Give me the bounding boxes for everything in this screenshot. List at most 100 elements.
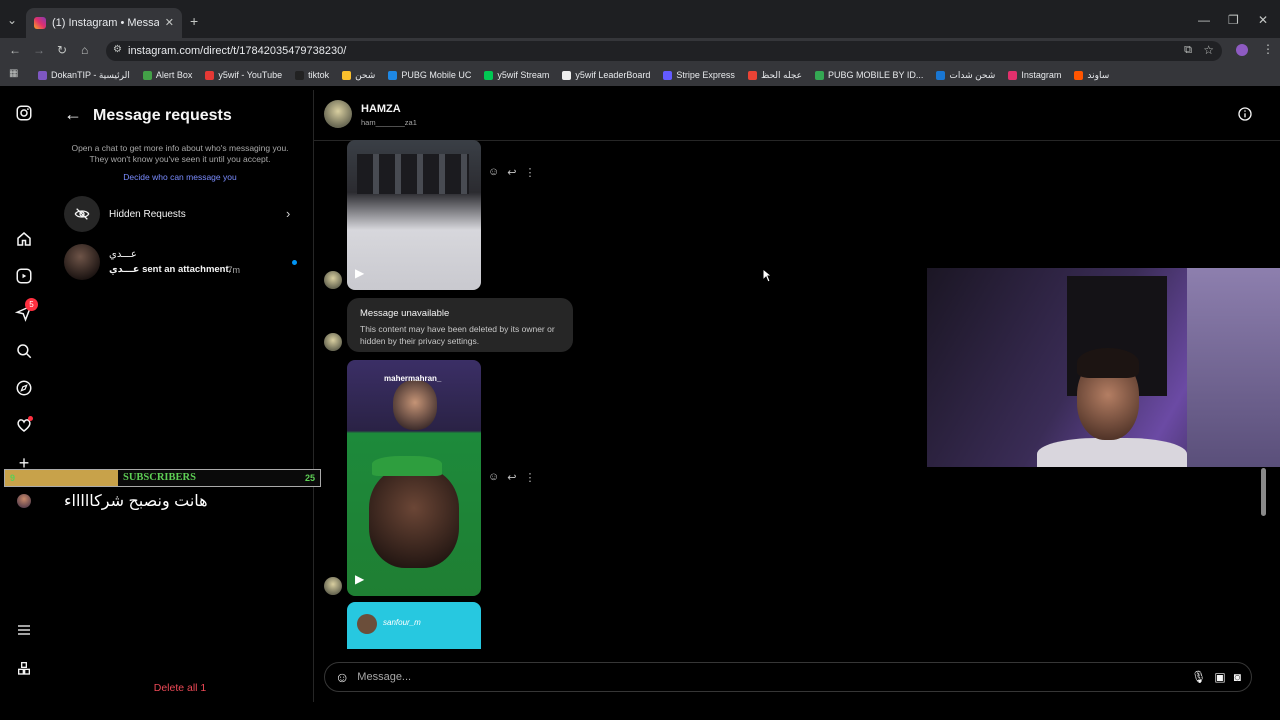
react-emoji-icon[interactable]: ☺ (488, 166, 499, 179)
bookmark-item[interactable]: Instagram (1008, 70, 1061, 80)
reply-icon[interactable]: ↩ (507, 471, 516, 484)
bookmark-label: PUBG MOBILE BY ID... (828, 70, 924, 80)
scrollbar-thumb[interactable] (1261, 468, 1266, 516)
bookmark-item[interactable]: شحن (342, 70, 375, 81)
bookmark-favicon-icon (205, 70, 215, 80)
restore-icon[interactable]: ❐ (1228, 14, 1239, 26)
voice-message-icon[interactable]: 🎙 (1191, 670, 1206, 684)
request-item[interactable]: عـــدي عـــدي sent an attachment. · 7m (64, 244, 300, 282)
shared-reel[interactable]: sanfour_m (347, 602, 481, 649)
browser-menu-icon[interactable]: ⋮ (1262, 43, 1274, 55)
request-preview: عـــدي sent an attachment. (109, 264, 232, 275)
bookmark-item[interactable]: ساوند (1074, 70, 1109, 81)
reload-icon[interactable]: ↻ (57, 44, 67, 56)
message-actions: ☺ ↩ ⋮ (488, 166, 535, 179)
messages-nav-icon[interactable]: 5 (14, 298, 38, 324)
tab-search-icon[interactable]: ⌄ (7, 14, 17, 26)
instagram-favicon-icon (34, 17, 46, 29)
request-sender-name: عـــدي (109, 249, 137, 260)
reels-nav-icon[interactable] (14, 267, 34, 287)
bookmark-item[interactable]: عجله الحظ (747, 70, 802, 81)
bookmark-item[interactable]: PUBG Mobile UC (388, 70, 471, 80)
bookmark-star-icon[interactable]: ☆ (1203, 44, 1214, 56)
sender-avatar (324, 271, 342, 289)
bookmark-label: Instagram (1021, 70, 1062, 80)
chat-name[interactable]: HAMZA (361, 103, 401, 115)
notifications-heart-icon[interactable] (14, 416, 34, 436)
more-menu-icon[interactable] (14, 622, 34, 642)
profile-avatar[interactable] (1236, 44, 1248, 56)
site-info-icon[interactable]: ⚙ (113, 45, 122, 55)
delete-all-button[interactable]: Delete all 1 (48, 682, 312, 694)
search-nav-icon[interactable] (14, 342, 34, 362)
reply-icon[interactable]: ↩ (507, 166, 516, 179)
home-icon[interactable]: ⌂ (81, 44, 88, 56)
conversation-info-icon[interactable] (1237, 106, 1253, 127)
home-nav-icon[interactable] (14, 230, 34, 250)
close-window-icon[interactable]: ✕ (1258, 14, 1268, 26)
shared-reel[interactable]: ▶ (347, 140, 481, 290)
install-icon[interactable]: ⧉ (1184, 45, 1192, 56)
reel-creator: sanfour_m (383, 618, 421, 627)
bookmark-label: y5wif Stream (497, 70, 550, 80)
sender-avatar (324, 577, 342, 595)
bookmark-item[interactable]: y5wif LeaderBoard (562, 70, 650, 80)
bookmark-favicon-icon (388, 70, 398, 80)
eye-off-icon (64, 196, 100, 232)
overlay-caption: هانت ونصبح شركاااااء (64, 493, 208, 510)
emoji-picker-icon[interactable]: ☺ (335, 669, 349, 685)
bookmark-favicon-icon (295, 70, 305, 80)
back-icon[interactable]: ← (9, 44, 21, 56)
reel-icon: ▶ (355, 266, 365, 280)
bookmark-item[interactable]: شحن شدات (936, 70, 995, 81)
subscribers-goal-bar: 9 SUBSCRIBERS 25 (4, 469, 321, 487)
bookmark-item[interactable]: PUBG MOBILE BY ID... (815, 70, 923, 80)
bookmark-item[interactable]: y5wif Stream (484, 70, 549, 80)
hidden-requests-label: Hidden Requests (109, 209, 186, 220)
profile-nav-avatar[interactable] (14, 491, 34, 511)
back-arrow-icon[interactable]: ← (64, 104, 82, 125)
chat-username: ham_______za1 (361, 118, 417, 127)
message-input[interactable]: Message... (357, 671, 1183, 683)
shared-reel[interactable]: mahermahran_ ▶ (347, 360, 481, 596)
new-tab-icon[interactable]: + (190, 14, 198, 28)
bookmark-favicon-icon (1074, 70, 1084, 80)
decide-link[interactable]: Decide who can message you (64, 172, 296, 182)
browser-tab[interactable]: (1) Instagram • Messages ✕ (26, 8, 182, 38)
bookmark-item[interactable]: Stripe Express (663, 70, 735, 80)
bookmark-item[interactable]: y5wif - YouTube (205, 70, 282, 80)
bookmark-label: Stripe Express (676, 70, 735, 80)
bookmark-favicon-icon (815, 70, 825, 80)
bookmark-label: شحن شدات (949, 69, 996, 80)
bookmark-favicon-icon (484, 70, 494, 80)
subs-label: SUBSCRIBERS (123, 472, 196, 483)
chat-avatar[interactable] (324, 100, 352, 128)
also-from-meta-icon[interactable] (14, 660, 34, 680)
request-avatar (64, 244, 100, 280)
address-bar[interactable]: ⚙ instagram.com/direct/t/178420354797382… (106, 41, 1222, 61)
bookmark-label: شحن (355, 69, 376, 80)
close-tab-icon[interactable]: ✕ (165, 17, 174, 29)
instagram-logo-icon[interactable] (14, 104, 34, 124)
minimize-icon[interactable]: — (1198, 14, 1210, 26)
browser-tab-bar: ⌄ (1) Instagram • Messages ✕ + — ❐ ✕ (0, 0, 1280, 42)
hidden-requests-row[interactable]: Hidden Requests › (64, 196, 298, 232)
add-photo-icon[interactable]: ▣ (1214, 670, 1225, 684)
more-options-icon[interactable]: ⋮ (524, 166, 535, 179)
react-emoji-icon[interactable]: ☺ (488, 471, 499, 484)
apps-grid-icon[interactable]: ▦ (9, 69, 18, 79)
webcam-overlay (927, 268, 1280, 467)
bookmark-favicon-icon (663, 70, 673, 80)
bookmark-item[interactable]: DokanTIP - الرئيسية (38, 70, 130, 81)
bookmark-item[interactable]: Alert Box (142, 70, 192, 80)
forward-icon[interactable]: → (33, 44, 45, 56)
bookmark-favicon-icon (342, 70, 352, 80)
bookmark-favicon-icon (562, 70, 572, 80)
explore-nav-icon[interactable] (14, 379, 34, 399)
bookmark-item[interactable]: tiktok (295, 70, 329, 80)
unread-dot (292, 260, 297, 265)
sticker-icon[interactable]: ◙ (1234, 670, 1241, 684)
message-input-bar[interactable]: ☺ Message... 🎙 ▣ ◙ (324, 662, 1252, 692)
more-options-icon[interactable]: ⋮ (524, 471, 535, 484)
unavailable-title: Message unavailable (360, 308, 450, 319)
